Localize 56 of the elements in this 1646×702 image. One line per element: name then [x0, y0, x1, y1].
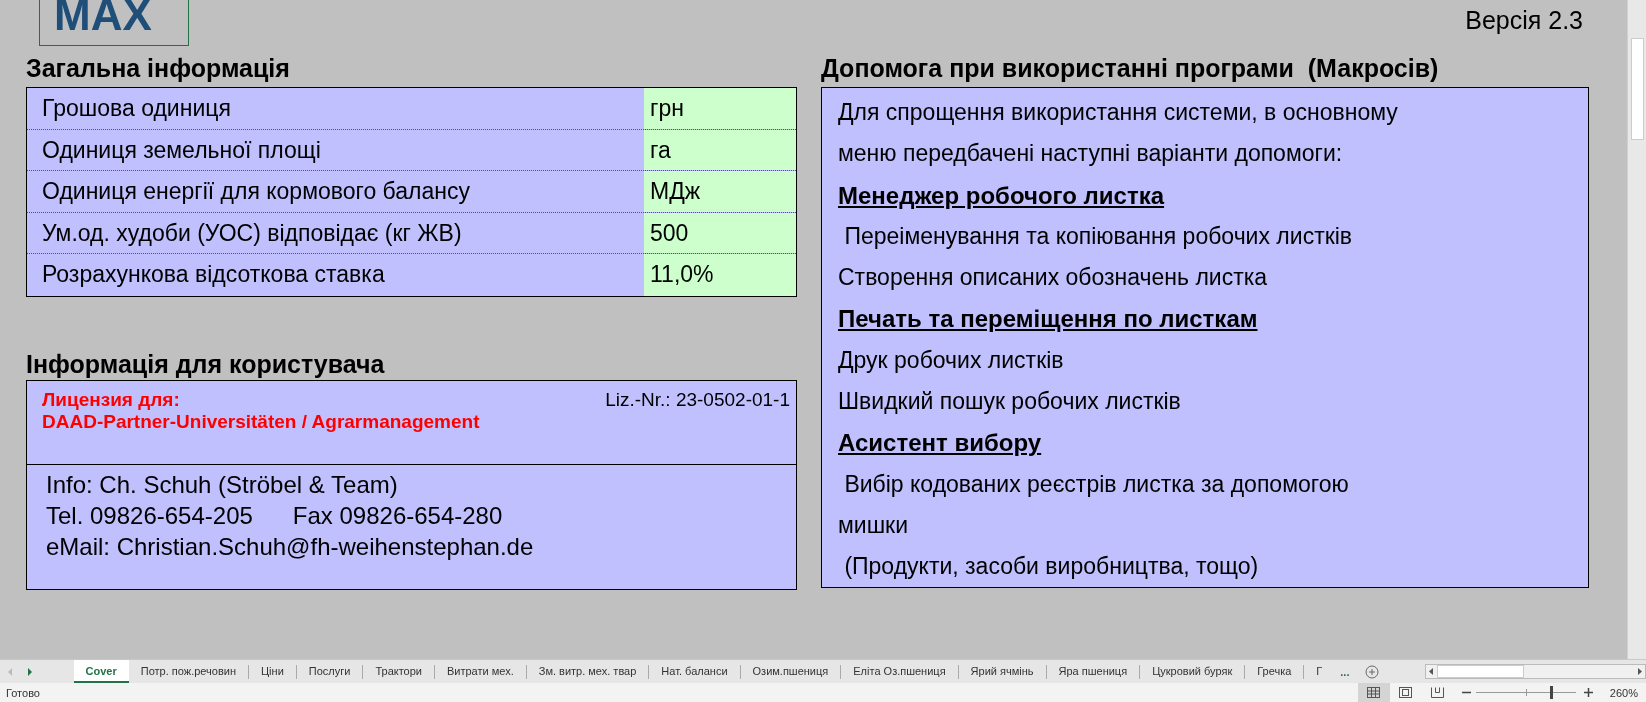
help-heading: Печать та переміщення по листкам — [838, 305, 1258, 333]
zoom-in-icon[interactable] — [1583, 688, 1593, 697]
zoom-level[interactable]: 260% — [1609, 686, 1638, 699]
help-text: Для спрощення використання системи, в основному — [838, 99, 1398, 125]
sheet-tab[interactable]: Г — [1304, 660, 1335, 683]
license-number: Liz.-Nr.: 23-0502-01-1 — [605, 388, 790, 411]
help-text: Друк робочих листків — [838, 346, 1064, 373]
sheet-tab[interactable]: Послуги — [296, 660, 363, 683]
version-label: Версія 2.3 — [1465, 6, 1583, 35]
license-label: Лицензия для: — [42, 388, 180, 411]
help-text: Вибір кодованих реєстрів листка за допомогою — [843, 470, 1349, 497]
table-cell-text: Розрахункова відсоткова ставка — [41, 260, 386, 290]
help-text: (Продукти, засоби виробництва, тощо) — [843, 553, 1259, 580]
contact-line: Info: Ch. Schuh (Ströbel & Team) — [46, 469, 399, 500]
help-heading: Менеджер робочого листка — [838, 181, 1165, 209]
zoom-slider-thumb[interactable] — [1549, 686, 1553, 699]
sheet-tab[interactable]: Цукровий буряк — [1140, 660, 1245, 683]
licensee-name: DAAD-Partner-Universitäten / Agrarmanagement — [42, 410, 481, 433]
sheet-tab[interactable]: Озим.пшениця — [740, 660, 841, 683]
horizontal-scrollbar[interactable] — [1425, 664, 1646, 679]
help-text: Переіменування та копіювання робочих листків — [843, 222, 1353, 249]
status-text: Готово — [6, 686, 41, 699]
table-cell: 500 — [644, 212, 796, 254]
logo-text: MAX — [39, 0, 189, 46]
sheet-tab[interactable]: Зм. витр. мех. твар — [526, 660, 649, 683]
help-text: мишки — [838, 511, 909, 538]
more-tabs-button[interactable]: ... — [1334, 665, 1356, 678]
help-heading: Асистент вибору — [838, 429, 1042, 457]
sheet-tab[interactable]: Ціни — [249, 660, 296, 683]
table-cell-text: Ум.од. худоби (УОС) відповідає (кг ЖВ) — [41, 218, 463, 248]
contact-line: eMail: Christian.Schuh@fh-weihenstephan.de — [46, 531, 535, 562]
table-cell: грн — [644, 88, 796, 129]
table-cell-text: Грошова одиниця — [41, 94, 232, 123]
table-cell-text: Одиниця енергії для кормового балансу — [41, 177, 471, 207]
section-title: Допомога при використанні програми (Макросів) — [821, 53, 1440, 84]
section-title: Інформація для користувача — [26, 348, 386, 380]
sheet-tab[interactable]: Еліта Оз.пшениця — [841, 660, 958, 683]
sheet-tab[interactable]: Гречка — [1245, 660, 1304, 683]
section-title: Загальна інформація — [26, 53, 291, 84]
table-cell-text: Одиниця земельної площі — [41, 135, 322, 165]
help-text: Швидкий пошук робочих листків — [838, 388, 1181, 415]
help-text: Створення описаних обозначень листка — [838, 264, 1268, 291]
table-cell: 11,0% — [644, 254, 796, 296]
sheet-tab[interactable]: Cover — [73, 660, 129, 683]
table-cell: МДж — [644, 171, 796, 212]
sheet-tab[interactable]: Трактори — [363, 660, 434, 683]
contact-line: Tel. 09826-654-205 Fax 09826-654-280 — [46, 500, 504, 531]
vertical-scrollbar[interactable] — [1627, 0, 1646, 659]
sheet-tab[interactable]: Нат. баланси — [649, 660, 740, 683]
help-text: меню передбачені наступні варіанти допомоги: — [838, 140, 1343, 167]
normal-view-icon[interactable] — [1357, 683, 1390, 702]
sheet-tab[interactable]: Витрати мех. — [435, 660, 526, 683]
sheet-tab[interactable]: Яра пшениця — [1046, 660, 1140, 683]
sheet-tab[interactable]: Потр. пож.речовин — [128, 660, 248, 683]
sheet-tab[interactable]: Ярий ячмінь — [958, 660, 1046, 683]
table-cell: га — [644, 129, 796, 171]
